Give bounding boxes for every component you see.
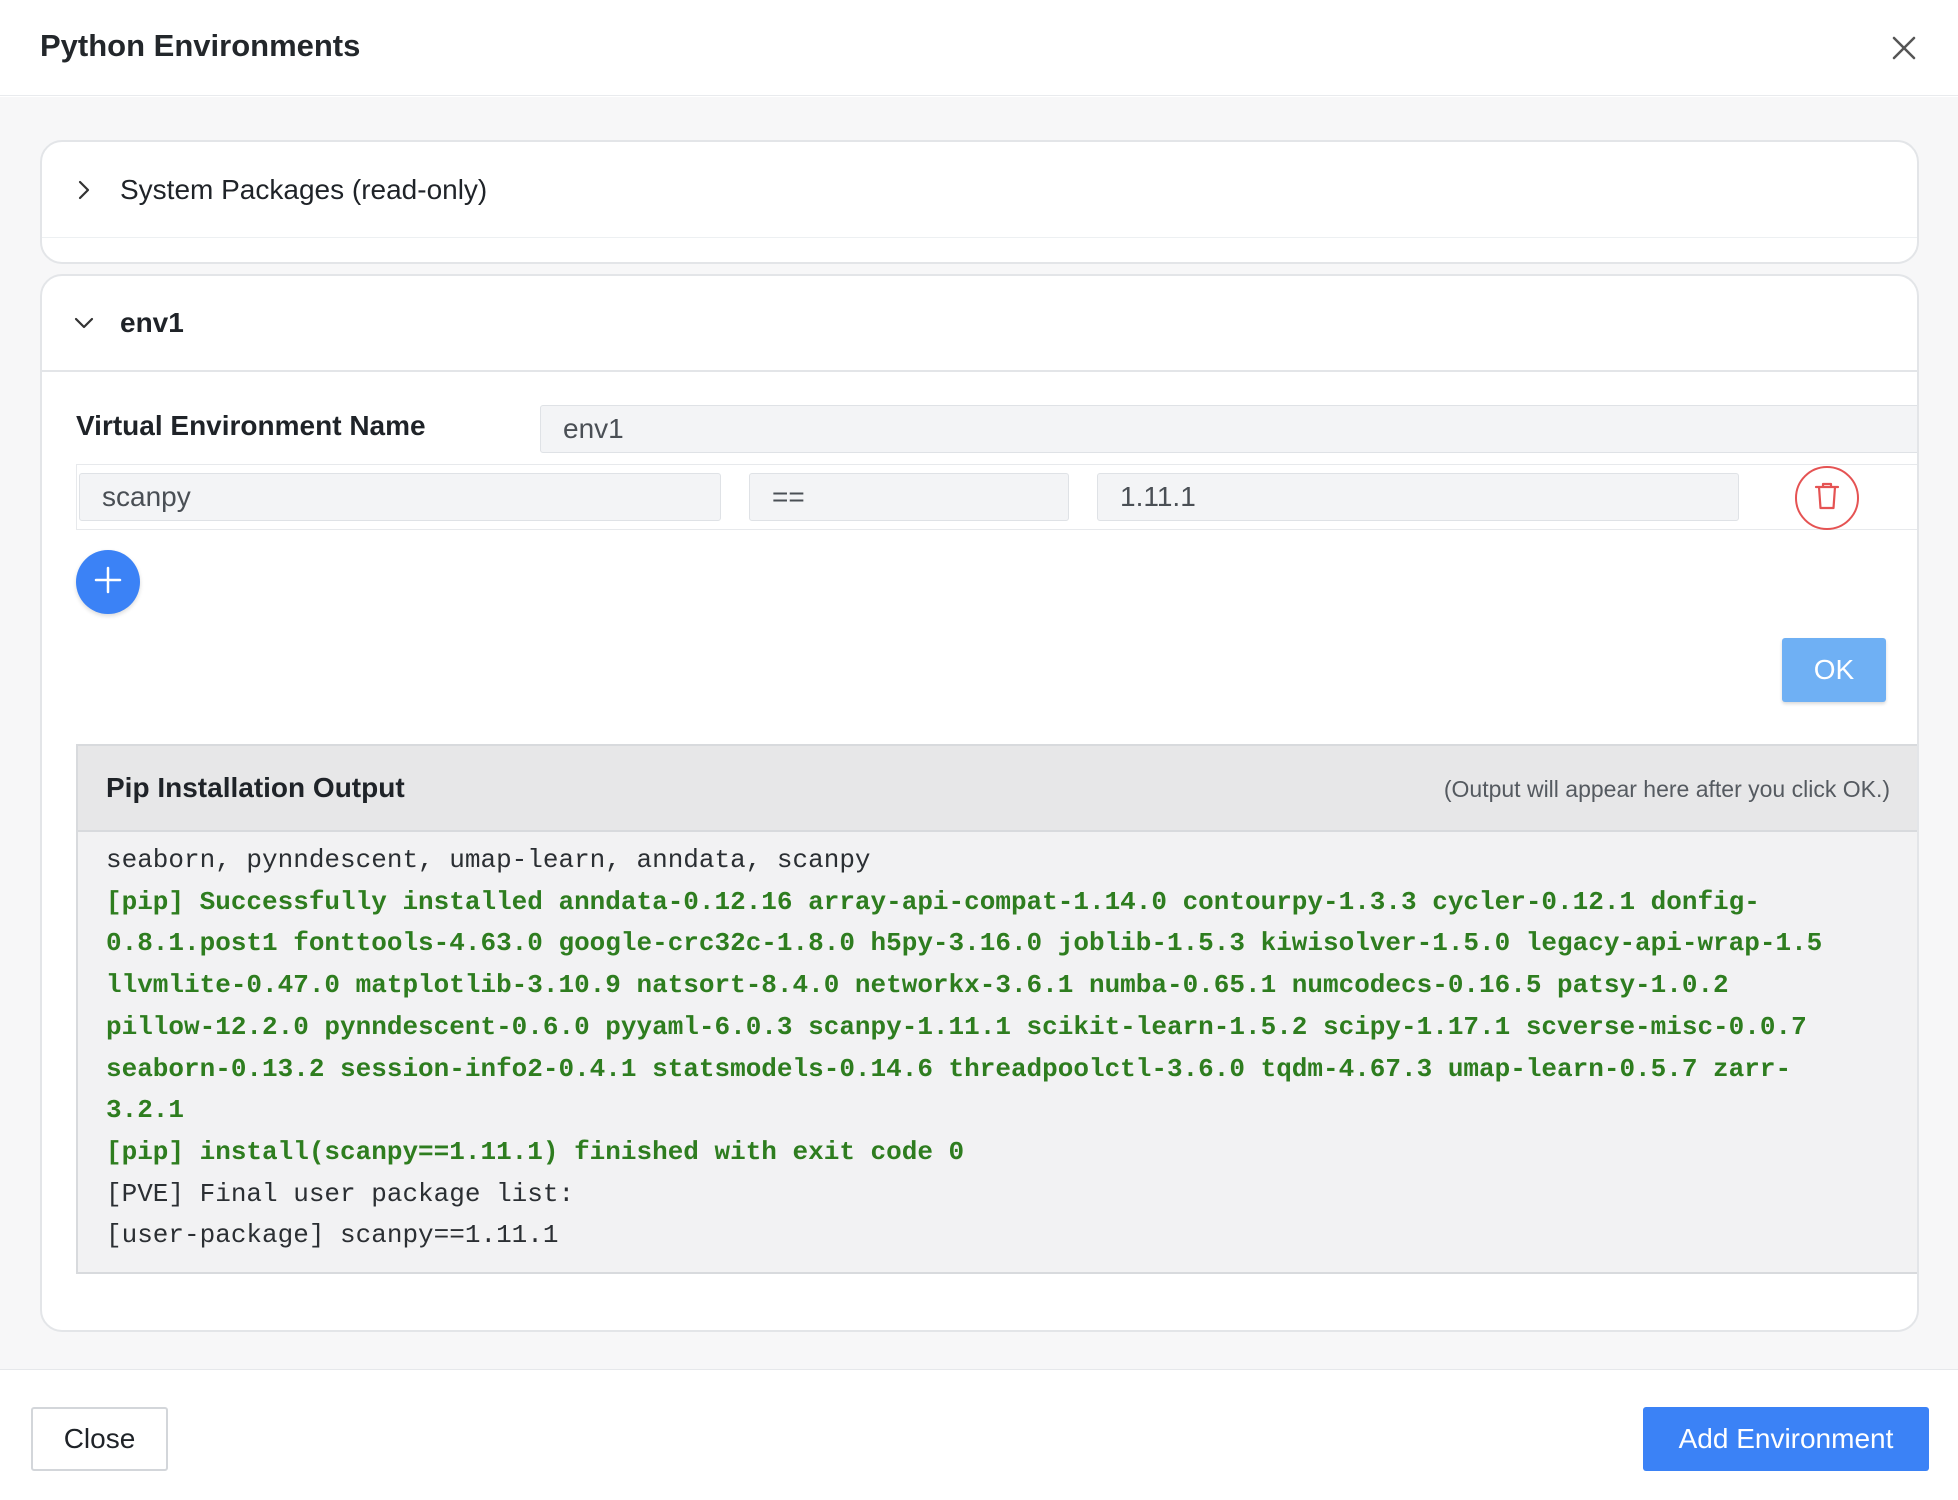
dialog-header: Python Environments	[0, 0, 1958, 96]
log-line: 3.2.1	[106, 1095, 185, 1126]
package-row: scanpy == 1.11.1	[76, 464, 1917, 530]
env-panel: env1 Virtual Environment Name env1 scanp…	[40, 274, 1919, 1332]
env-panel-title: env1	[120, 307, 184, 338]
pip-output-header: Pip Installation Output (Output will app…	[78, 746, 1917, 832]
log-line: seaborn-0.13.2 session-info2-0.4.1 stats…	[106, 1053, 1792, 1084]
dialog-title: Python Environments	[40, 28, 361, 63]
pip-output-log[interactable]: seaborn, pynndescent, umap-learn, anndat…	[106, 840, 1896, 1257]
plus-icon	[93, 565, 123, 600]
log-line: seaborn, pynndescent, umap-learn, anndat…	[106, 845, 871, 875]
trash-icon	[1813, 481, 1841, 516]
log-line: [pip] Successfully installed anndata-0.1…	[106, 886, 1760, 917]
chevron-down-icon	[72, 311, 96, 335]
log-line: llvmlite-0.47.0 matplotlib-3.10.9 natsor…	[106, 970, 1729, 1001]
add-package-button[interactable]	[76, 550, 140, 614]
log-line: [user-package] scanpy==1.11.1	[106, 1220, 559, 1251]
pip-output-title: Pip Installation Output	[106, 772, 405, 803]
add-environment-button[interactable]: Add Environment	[1643, 1407, 1929, 1471]
log-line: pillow-12.2.0 pynndescent-0.6.0 pyyaml-6…	[106, 1011, 1807, 1042]
env-name-label: Virtual Environment Name	[76, 410, 426, 441]
package-name-input[interactable]: scanpy	[79, 473, 721, 521]
ok-button[interactable]: OK	[1782, 638, 1886, 702]
log-line: [pip] install(scanpy==1.11.1) finished w…	[106, 1136, 965, 1167]
system-packages-header[interactable]: System Packages (read-only)	[42, 142, 1917, 238]
env-name-input[interactable]: env1	[540, 405, 1917, 453]
chevron-right-icon	[72, 178, 96, 202]
close-button[interactable]: Close	[31, 1407, 168, 1471]
package-version-input[interactable]: 1.11.1	[1097, 473, 1739, 521]
package-operator-select[interactable]: ==	[749, 473, 1069, 521]
dialog-footer: Close Add Environment	[0, 1369, 1958, 1500]
log-line: 0.8.1.post1 fonttools-4.63.0 google-crc3…	[106, 928, 1823, 959]
log-line: [PVE] Final user package list:	[106, 1178, 575, 1209]
close-icon[interactable]	[1886, 30, 1922, 66]
env-panel-header[interactable]: env1	[42, 276, 1917, 372]
pip-output-box: Pip Installation Output (Output will app…	[76, 744, 1917, 1274]
system-packages-title: System Packages (read-only)	[120, 173, 488, 205]
pip-output-hint: (Output will appear here after you click…	[1443, 776, 1890, 802]
system-packages-panel: System Packages (read-only)	[40, 140, 1919, 264]
delete-package-button[interactable]	[1795, 466, 1859, 530]
